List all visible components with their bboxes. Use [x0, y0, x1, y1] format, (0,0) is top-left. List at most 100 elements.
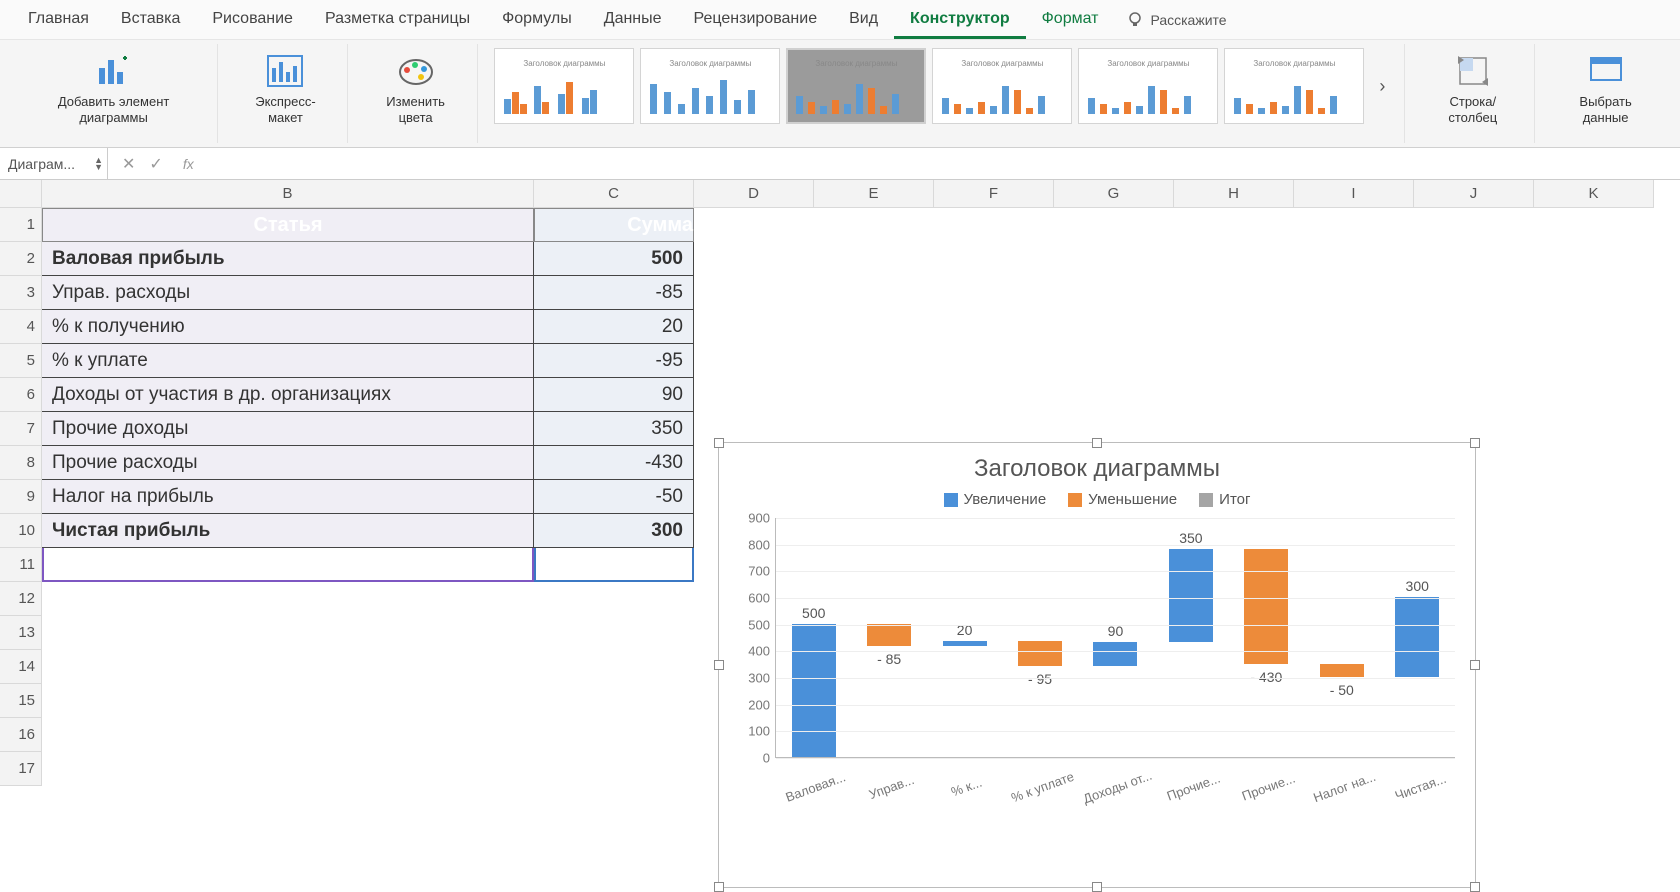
table-cell[interactable]: Налог на прибыль — [42, 480, 534, 514]
legend-item[interactable]: Итог — [1199, 491, 1250, 508]
row-header-4[interactable]: 4 — [0, 310, 42, 344]
bar[interactable] — [1093, 642, 1137, 666]
table-cell[interactable]: % к уплате — [42, 344, 534, 378]
enter-icon[interactable]: ✓ — [149, 154, 162, 174]
name-box[interactable]: Диаграм... ▲▼ — [0, 148, 108, 180]
tab-формулы[interactable]: Формулы — [486, 0, 588, 39]
table-header[interactable]: Сумма — [534, 208, 694, 242]
add-chart-element-button[interactable]: Добавить элемент диаграммы — [20, 48, 207, 127]
bar[interactable] — [1320, 664, 1364, 677]
tab-конструктор[interactable]: Конструктор — [894, 0, 1026, 39]
chart-style-1[interactable]: Заголовок диаграммы — [494, 48, 634, 124]
plot-area[interactable]: 500- 8520- 9590350- 430- 50300 010020030… — [775, 518, 1455, 758]
column-header-F[interactable]: F — [934, 180, 1054, 208]
table-cell[interactable]: Доходы от участия в др. организациях — [42, 378, 534, 412]
row-header-7[interactable]: 7 — [0, 412, 42, 446]
worksheet[interactable]: 1234567891011121314151617 BCDEFGHIJK Ста… — [0, 180, 1680, 859]
tab-данные[interactable]: Данные — [588, 0, 678, 39]
tab-формат[interactable]: Формат — [1026, 0, 1115, 39]
table-cell[interactable]: -50 — [534, 480, 694, 514]
resize-handle[interactable] — [1092, 882, 1102, 892]
table-cell[interactable]: Прочие доходы — [42, 412, 534, 446]
resize-handle[interactable] — [714, 882, 724, 892]
table-cell[interactable]: -430 — [534, 446, 694, 480]
spinner-icon[interactable]: ▲▼ — [94, 157, 103, 171]
select-all-corner[interactable] — [0, 180, 42, 208]
table-cell[interactable]: Чистая прибыль — [42, 514, 534, 548]
row-header-8[interactable]: 8 — [0, 446, 42, 480]
tab-рецензирование[interactable]: Рецензирование — [678, 0, 834, 39]
row-header-9[interactable]: 9 — [0, 480, 42, 514]
legend-item[interactable]: Уменьшение — [1068, 491, 1177, 508]
row-header-6[interactable]: 6 — [0, 378, 42, 412]
column-header-H[interactable]: H — [1174, 180, 1294, 208]
table-cell[interactable]: 300 — [534, 514, 694, 548]
chart-style-5[interactable]: Заголовок диаграммы — [1078, 48, 1218, 124]
more-styles-button[interactable]: › — [1370, 48, 1394, 124]
quick-layout-button[interactable]: Экспресс-макет — [234, 48, 337, 127]
column-header-D[interactable]: D — [694, 180, 814, 208]
bar[interactable] — [1395, 597, 1439, 677]
column-header-C[interactable]: C — [534, 180, 694, 208]
data-table[interactable]: Статья Сумма Валовая прибыль500Управ. ра… — [42, 208, 694, 548]
tell-me[interactable]: Расскажите — [1126, 11, 1226, 29]
table-cell[interactable]: 350 — [534, 412, 694, 446]
legend-item[interactable]: Увеличение — [944, 491, 1047, 508]
table-cell[interactable]: 90 — [534, 378, 694, 412]
row-header-12[interactable]: 12 — [0, 582, 42, 616]
chart-title[interactable]: Заголовок диаграммы — [719, 455, 1475, 483]
chart-style-2[interactable]: Заголовок диаграммы — [640, 48, 780, 124]
tab-вставка[interactable]: Вставка — [105, 0, 196, 39]
table-cell[interactable]: -95 — [534, 344, 694, 378]
bar[interactable] — [1244, 549, 1288, 664]
table-cell[interactable]: Прочие расходы — [42, 446, 534, 480]
change-colors-button[interactable]: Изменить цвета — [364, 48, 468, 127]
row-header-3[interactable]: 3 — [0, 276, 42, 310]
fx-label[interactable]: fx — [177, 156, 194, 172]
resize-handle[interactable] — [1470, 882, 1480, 892]
resize-handle[interactable] — [714, 438, 724, 448]
bar[interactable] — [867, 624, 911, 647]
table-cell[interactable]: Управ. расходы — [42, 276, 534, 310]
chart-legend[interactable]: Увеличение Уменьшение Итог — [719, 491, 1475, 508]
table-cell[interactable]: 500 — [534, 242, 694, 276]
row-header-17[interactable]: 17 — [0, 752, 42, 786]
resize-handle[interactable] — [714, 660, 724, 670]
resize-handle[interactable] — [1092, 438, 1102, 448]
tab-главная[interactable]: Главная — [12, 0, 105, 39]
table-header[interactable]: Статья — [42, 208, 534, 242]
resize-handle[interactable] — [1470, 660, 1480, 670]
column-header-I[interactable]: I — [1294, 180, 1414, 208]
row-header-16[interactable]: 16 — [0, 718, 42, 752]
column-header-E[interactable]: E — [814, 180, 934, 208]
column-header-B[interactable]: B — [42, 180, 534, 208]
select-data-button[interactable]: Выбрать данные — [1551, 48, 1660, 127]
cancel-icon[interactable]: ✕ — [122, 154, 135, 174]
bar[interactable] — [1169, 549, 1213, 642]
chart-style-4[interactable]: Заголовок диаграммы — [932, 48, 1072, 124]
chart-style-3[interactable]: Заголовок диаграммы — [786, 48, 926, 124]
row-header-1[interactable]: 1 — [0, 208, 42, 242]
chart-style-6[interactable]: Заголовок диаграммы — [1224, 48, 1364, 124]
row-header-5[interactable]: 5 — [0, 344, 42, 378]
row-header-2[interactable]: 2 — [0, 242, 42, 276]
row-header-13[interactable]: 13 — [0, 616, 42, 650]
table-cell[interactable]: Валовая прибыль — [42, 242, 534, 276]
tab-вид[interactable]: Вид — [833, 0, 894, 39]
tab-рисование[interactable]: Рисование — [196, 0, 309, 39]
chart-object[interactable]: Заголовок диаграммы Увеличение Уменьшение… — [718, 442, 1476, 888]
resize-handle[interactable] — [1470, 438, 1480, 448]
switch-row-column-button[interactable]: Строка/столбец — [1421, 48, 1524, 127]
table-cell[interactable]: 20 — [534, 310, 694, 344]
row-header-10[interactable]: 10 — [0, 514, 42, 548]
bar[interactable] — [943, 641, 987, 646]
column-header-K[interactable]: K — [1534, 180, 1654, 208]
bar[interactable] — [792, 624, 836, 757]
bar[interactable] — [1018, 641, 1062, 666]
tab-разметка страницы[interactable]: Разметка страницы — [309, 0, 486, 39]
table-cell[interactable]: % к получению — [42, 310, 534, 344]
column-header-J[interactable]: J — [1414, 180, 1534, 208]
table-cell[interactable]: -85 — [534, 276, 694, 310]
row-header-14[interactable]: 14 — [0, 650, 42, 684]
row-header-11[interactable]: 11 — [0, 548, 42, 582]
